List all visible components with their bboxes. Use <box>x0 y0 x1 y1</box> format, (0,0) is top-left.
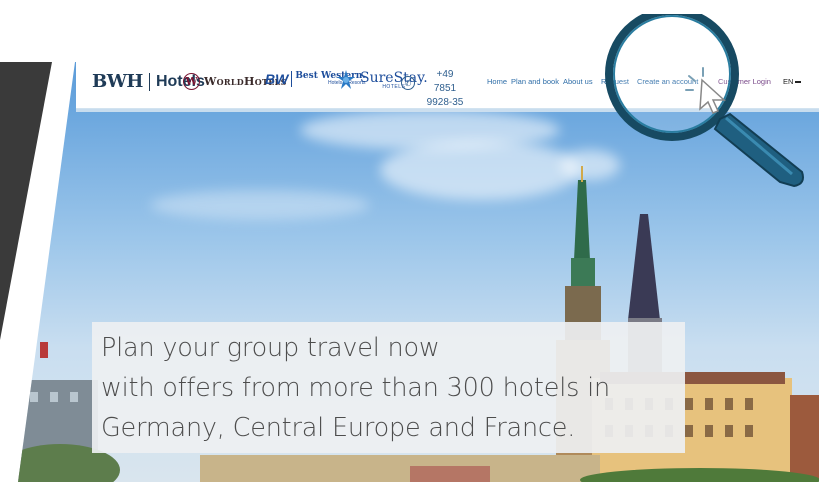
language-selector[interactable]: EN <box>783 77 802 86</box>
hero-line-2: with offers from more than 300 hotels in <box>101 373 610 403</box>
worldhotels-emblem-icon: W <box>183 73 200 90</box>
nav-about-us-link[interactable]: About us <box>563 77 593 86</box>
nav-request-link[interactable]: Request <box>601 77 629 86</box>
pointer-cursor-icon <box>685 67 726 114</box>
phone-number[interactable]: +49 7851 9928-35 <box>425 68 465 110</box>
hero-headline: Plan your group travel now with offers f… <box>101 328 610 448</box>
bw-mark: BW <box>265 71 289 87</box>
phone-number-line1: +49 7851 <box>433 69 457 94</box>
surestay-star-icon <box>337 70 355 89</box>
hero-line-1: Plan your group travel now <box>101 333 440 363</box>
nav-plan-and-book-link[interactable]: Plan and book <box>511 77 559 86</box>
hero-line-3: Germany, Central Europe and France. <box>101 413 576 443</box>
logo-divider <box>148 72 150 91</box>
bwh-logo-text: BWH <box>92 71 143 92</box>
phone-number-line2: 9928-35 <box>426 97 464 108</box>
surestay-title: SureStay. <box>360 69 428 86</box>
menu-icon <box>795 81 802 84</box>
phone-icon[interactable]: ✆ <box>401 76 415 90</box>
nav-home-link[interactable]: Home <box>487 77 507 86</box>
bw-divider <box>291 71 293 87</box>
surestay-text: SureStay. HOTELS <box>360 71 428 90</box>
language-code: EN <box>783 77 794 86</box>
